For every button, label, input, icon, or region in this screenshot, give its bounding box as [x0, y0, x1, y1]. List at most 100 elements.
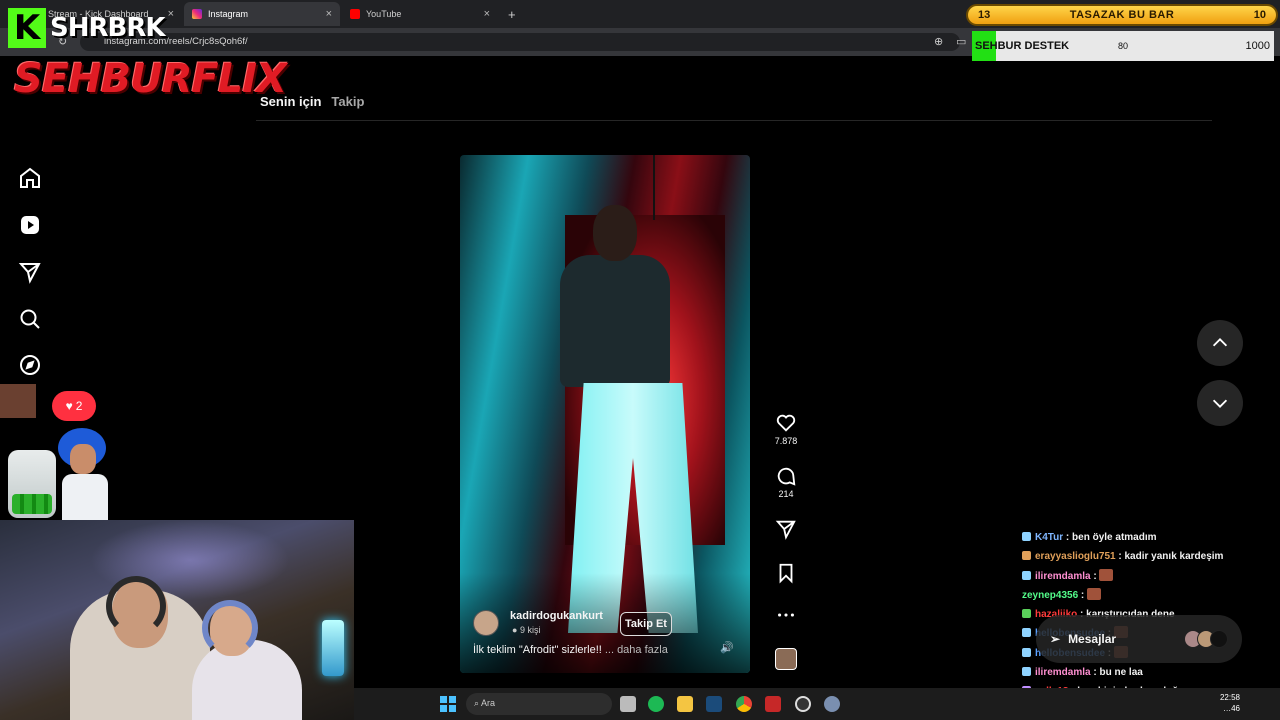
task-view-icon[interactable] [620, 696, 636, 712]
kick-logo: K SHRBRK [8, 8, 165, 48]
chat-badge-icon [1022, 628, 1031, 638]
share-action[interactable] [774, 518, 798, 542]
tab-following[interactable]: Takip [331, 94, 364, 109]
more-link[interactable]: ... daha fazla [605, 644, 668, 656]
home-icon[interactable] [18, 166, 42, 190]
clock-date: …46 [1223, 704, 1240, 713]
support-current: 80 [1118, 41, 1129, 51]
support-label: SEHBUR DESTEK [975, 40, 1070, 52]
obs-icon[interactable] [795, 696, 811, 712]
audience-label: 9 kişi [519, 625, 541, 635]
chat-text: ben öyle atmadım [1072, 532, 1157, 543]
chrome-icon[interactable] [736, 696, 752, 712]
goal-left-count: 13 [978, 9, 991, 21]
reels-feed-tabs: Senin için Takip [260, 94, 364, 109]
tab-instagram[interactable]: Instagram × [184, 2, 340, 26]
new-tab-button[interactable]: + [500, 2, 524, 26]
chat-text: kadir yanık kardeşim [1124, 551, 1224, 563]
send-icon: ➢ [1050, 632, 1061, 646]
chat-message: K4Tur : ben öyle atmadım [1022, 528, 1278, 547]
chat-username[interactable]: iliremdamla [1035, 667, 1091, 678]
chat-badge-icon [1022, 551, 1031, 561]
person-head [593, 205, 637, 261]
zoom-icon[interactable]: ⊕ [934, 35, 943, 48]
spotify-icon[interactable] [648, 696, 664, 712]
tab-for-you[interactable]: Senin için [260, 94, 321, 109]
notification-count: 2 [75, 399, 83, 413]
follow-button[interactable]: Takip Et [620, 612, 672, 636]
close-tab-icon[interactable]: × [326, 8, 332, 20]
search-icon: ⌕ [474, 698, 482, 708]
chat-badge-icon [1022, 609, 1031, 619]
chat-username[interactable]: iliremdamla [1035, 571, 1091, 582]
goal-title: TASAZAK BU BAR [1069, 9, 1175, 21]
save-action[interactable] [774, 562, 798, 586]
divider [256, 120, 1212, 121]
kick-channel-name: SHRBRK [50, 13, 165, 43]
comment-icon [777, 467, 796, 486]
person-icon: ● [512, 625, 520, 635]
chat-badge-icon [1022, 667, 1031, 677]
voicemod-icon[interactable] [765, 696, 781, 712]
reel-video[interactable]: kadirdogukankurt ● 9 kişi Takip Et İlk t… [460, 155, 750, 673]
chat-message: iliremdamla : bu ne laa [1022, 663, 1278, 682]
headset-icon [106, 576, 166, 636]
tab-youtube[interactable]: YouTube × [342, 2, 498, 26]
taskbar-search[interactable]: ⌕ Ara [466, 693, 612, 715]
caption-text: İlk teklim "Afrodit" sizlerle!! [473, 644, 602, 656]
url-field[interactable]: instagram.com/reels/Crjc8sQoh6f/ [80, 33, 960, 51]
caption-shade [460, 573, 750, 673]
chat-separator: : [1090, 570, 1100, 582]
send-icon[interactable] [18, 260, 42, 284]
chevron-up-icon [1212, 338, 1228, 347]
streamer-logo: SEHBURFLIX [14, 56, 287, 102]
steam-icon[interactable] [706, 696, 722, 712]
next-reel-button[interactable] [1197, 380, 1243, 426]
like-action[interactable]: 7.878 [774, 412, 798, 446]
install-icon[interactable]: ▭ [956, 35, 966, 48]
reels-icon[interactable] [18, 213, 42, 237]
previous-reel-button[interactable] [1197, 320, 1243, 366]
notification-badge[interactable]: ♥ 2 [52, 391, 96, 421]
chat-username[interactable]: erayyaslioglu751 [1035, 551, 1116, 562]
avatar [1210, 630, 1228, 648]
like-count: 7.878 [774, 436, 798, 446]
audience-count: ● 9 kişi [512, 625, 540, 635]
clock-time: 22:58 [1219, 693, 1240, 702]
taskbar-clock[interactable]: 22:58 …46 [1220, 692, 1240, 714]
clown-sticker [58, 428, 108, 520]
search-icon[interactable] [18, 307, 42, 331]
person-torso [560, 255, 670, 387]
audio-thumbnail[interactable] [775, 648, 797, 670]
messages-button[interactable]: ➢ Mesajlar [1036, 615, 1242, 663]
close-tab-icon[interactable]: × [484, 8, 490, 20]
headset-icon [202, 600, 258, 656]
support-max: 1000 [1245, 40, 1270, 52]
search-placeholder: Ara [481, 698, 496, 708]
chat-message: erayyaslioglu751 : kadir yanık kardeşim [1022, 547, 1278, 566]
comment-action[interactable]: 214 [774, 465, 798, 499]
more-options-action[interactable] [774, 604, 798, 628]
chat-separator: : [1115, 551, 1125, 563]
creator-avatar[interactable] [473, 610, 499, 636]
settings-icon[interactable] [824, 696, 840, 712]
tip-jar-coins [12, 494, 52, 514]
comment-count: 214 [778, 489, 794, 499]
windows-start-icon[interactable] [440, 696, 456, 712]
creator-username[interactable]: kadirdogukankurt [510, 610, 603, 622]
rgb-lamp [322, 620, 344, 676]
youtube-favicon-icon [350, 9, 360, 19]
bookmark-icon [779, 563, 793, 584]
small-avatar-overlay [0, 384, 36, 418]
more-icon [778, 613, 794, 617]
goal-bar: 13 TASAZAK BU BAR 10 [966, 4, 1278, 26]
tab-label: Instagram [208, 9, 249, 19]
explore-icon[interactable] [18, 353, 42, 377]
close-tab-icon[interactable]: × [168, 8, 174, 20]
chat-username[interactable]: zeynep4356 [1022, 590, 1078, 601]
file-explorer-icon[interactable] [677, 696, 693, 712]
chat-username[interactable]: K4Tur [1035, 532, 1063, 543]
send-icon [775, 520, 796, 540]
chat-emote-icon [1087, 587, 1102, 600]
sound-icon[interactable]: 🔊 [720, 641, 734, 654]
